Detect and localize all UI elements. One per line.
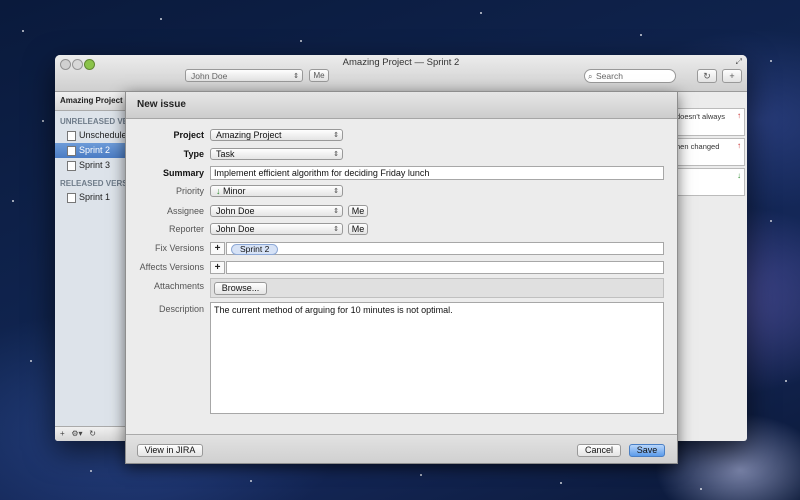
issue-card-text: hen changed — [676, 142, 720, 151]
priority-select[interactable]: ↓ Minor ⇕ — [210, 185, 343, 197]
priority-minor-icon: ↓ — [216, 186, 221, 196]
affects-versions-label: Affects Versions — [139, 262, 204, 272]
reporter-me-button[interactable]: Me — [348, 223, 368, 235]
save-button[interactable]: Save — [629, 444, 665, 457]
view-in-jira-button[interactable]: View in JIRA — [137, 444, 203, 457]
project-select[interactable]: Amazing Project ⇕ — [210, 129, 343, 141]
search-icon: ⌕ — [588, 72, 593, 81]
cancel-button[interactable]: Cancel — [577, 444, 621, 457]
priority-up-icon: ↑ — [737, 141, 741, 150]
updown-arrows-icon: ⇕ — [333, 132, 339, 139]
reporter-label: Reporter — [168, 224, 204, 234]
updown-arrows-icon: ⇕ — [333, 188, 339, 195]
document-icon — [67, 161, 76, 171]
fix-version-chip[interactable]: Sprint 2 — [231, 244, 279, 255]
issue-card[interactable]: doesn't always ↑ — [675, 108, 745, 136]
document-icon — [67, 131, 76, 141]
user-filter-value: John Doe — [191, 71, 228, 81]
updown-arrows-icon: ⇕ — [333, 208, 339, 215]
gear-icon[interactable]: ⚙▾ — [71, 429, 82, 438]
attachments-label: Attachments — [153, 281, 204, 291]
summary-label: Summary — [162, 168, 204, 178]
search-placeholder: Search — [596, 71, 623, 81]
attachments-area — [210, 278, 664, 298]
plus-icon: + — [729, 71, 735, 81]
fix-versions-field[interactable]: Sprint 2 — [226, 242, 664, 255]
assignee-label: Assignee — [166, 206, 204, 216]
assignee-select[interactable]: John Doe ⇕ — [210, 205, 343, 217]
title-bar: Amazing Project — Sprint 2 ⤢ John Doe ⇕ … — [55, 55, 747, 92]
description-textarea[interactable]: The current method of arguing for 10 min… — [210, 302, 664, 414]
reporter-select[interactable]: John Doe ⇕ — [210, 223, 343, 235]
archive-icon — [67, 193, 76, 203]
window-title: Amazing Project — Sprint 2 — [342, 57, 460, 68]
project-label: Project — [173, 130, 204, 140]
document-icon — [67, 146, 76, 156]
refresh-icon[interactable]: ↻ — [89, 429, 96, 438]
dialog-title: New issue — [126, 92, 677, 119]
add-version-icon[interactable]: + — [60, 429, 65, 438]
search-input[interactable]: ⌕ Search — [584, 69, 676, 83]
priority-up-icon: ↑ — [737, 111, 741, 120]
refresh-icon: ↻ — [703, 71, 711, 81]
issue-card[interactable]: ↓ — [675, 168, 745, 196]
add-button[interactable]: + — [722, 69, 742, 83]
dialog-footer: View in JIRA Cancel Save — [126, 434, 677, 463]
new-issue-dialog: New issue Project Amazing Project ⇕ Type … — [125, 91, 678, 464]
priority-down-icon: ↓ — [737, 171, 741, 180]
user-filter-select[interactable]: John Doe ⇕ — [185, 69, 303, 82]
type-select[interactable]: Task ⇕ — [210, 148, 343, 160]
priority-label: Priority — [175, 186, 204, 196]
summary-input[interactable]: Implement efficient algorithm for decidi… — [210, 166, 664, 180]
type-label: Type — [183, 149, 204, 159]
refresh-button[interactable]: ↻ — [697, 69, 717, 83]
affects-versions-field[interactable] — [226, 261, 664, 274]
me-filter-button[interactable]: Me — [309, 69, 329, 82]
issue-card-text: doesn't always — [676, 112, 725, 121]
fullscreen-icon[interactable]: ⤢ — [736, 57, 742, 67]
browse-button[interactable]: Browse... — [214, 282, 267, 295]
assign-to-me-button[interactable]: Me — [348, 205, 368, 217]
updown-arrows-icon: ⇕ — [333, 151, 339, 158]
add-fix-version-button[interactable]: + — [210, 242, 225, 255]
updown-arrows-icon: ⇕ — [293, 73, 299, 80]
description-label: Description — [158, 304, 204, 314]
issue-card[interactable]: hen changed ↑ — [675, 138, 745, 166]
add-affects-version-button[interactable]: + — [210, 261, 225, 274]
updown-arrows-icon: ⇕ — [333, 226, 339, 233]
fix-versions-label: Fix Versions — [154, 243, 204, 253]
